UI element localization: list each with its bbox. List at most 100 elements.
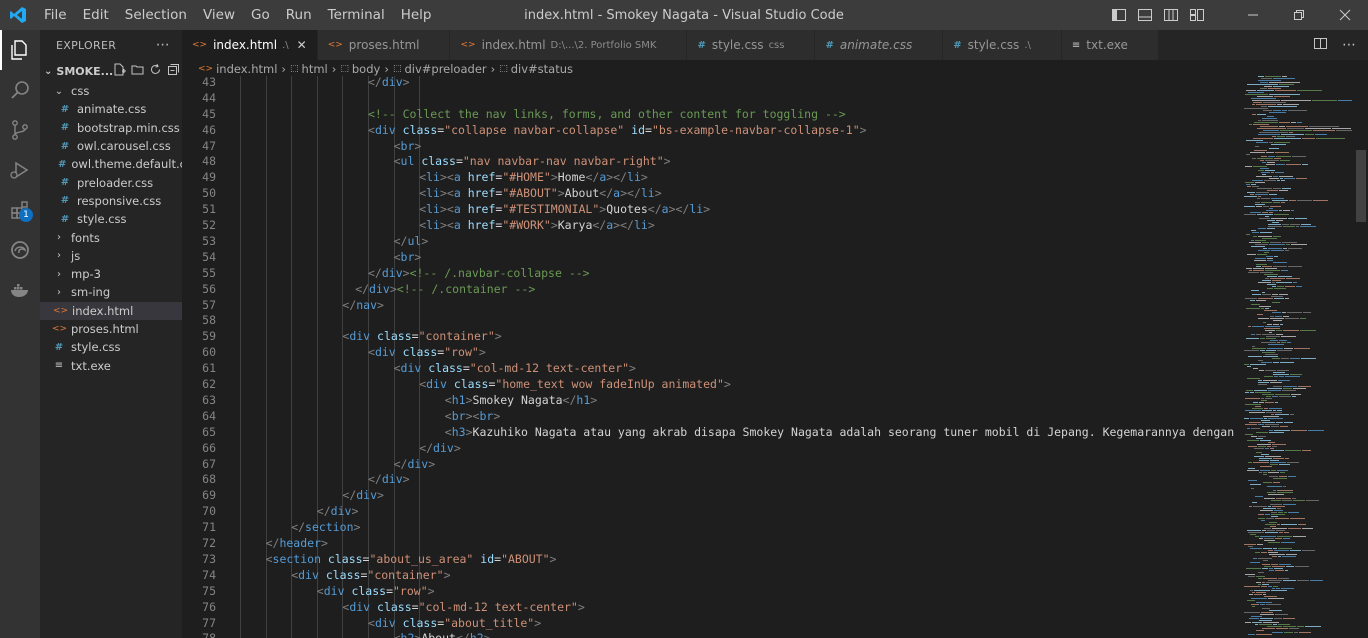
code-line[interactable]: 68 </div> bbox=[182, 472, 1234, 488]
source-control-icon[interactable] bbox=[0, 110, 40, 150]
breadcrumb-item[interactable]: html bbox=[302, 62, 328, 76]
code-line[interactable]: 65 <h3>Kazuhiko Nagata atau yang akrab di… bbox=[182, 424, 1234, 440]
tree-item-fonts[interactable]: › fonts bbox=[40, 228, 182, 246]
code-line[interactable]: 76 <div class="col-md-12 text-center"> bbox=[182, 599, 1234, 615]
menu-go[interactable]: Go bbox=[243, 7, 278, 23]
code-line[interactable]: 55 </div><!-- /.navbar-collapse --> bbox=[182, 265, 1234, 281]
code-line[interactable]: 58 bbox=[182, 313, 1234, 329]
menu-selection[interactable]: Selection bbox=[117, 7, 195, 23]
menu-terminal[interactable]: Terminal bbox=[320, 7, 393, 23]
code-line[interactable]: 75 <div class="row"> bbox=[182, 583, 1234, 599]
toggle-secondary-sidebar-icon[interactable] bbox=[1158, 0, 1184, 30]
code-line[interactable]: 46 <div class = "collapse navbar-collapse" … bbox=[182, 122, 1234, 138]
menu-run[interactable]: Run bbox=[278, 7, 320, 23]
code-line[interactable]: 54 <br> bbox=[182, 249, 1234, 265]
tree-item-style-css[interactable]: # style.css bbox=[40, 338, 182, 356]
code-line[interactable]: 48 <ul class="nav navbar-nav navbar-right… bbox=[182, 154, 1234, 170]
breadcrumb-item[interactable]: div#status bbox=[511, 62, 573, 76]
scrollbar-thumb[interactable] bbox=[1356, 150, 1366, 222]
code-line[interactable]: 49 <li><a href="#HOME">Home</a></li> bbox=[182, 169, 1234, 185]
close-tab-icon[interactable]: ✕ bbox=[297, 38, 307, 52]
customize-layout-icon[interactable] bbox=[1184, 0, 1210, 30]
tree-item-txt-exe[interactable]: ≡ txt.exe bbox=[40, 356, 182, 374]
tree-item-index-html[interactable]: <> index.html bbox=[40, 301, 182, 320]
tree-item-owl-carousel-css[interactable]: # owl.carousel.css bbox=[40, 137, 182, 155]
run-debug-icon[interactable] bbox=[0, 150, 40, 190]
code-line[interactable]: 77 <div class="about_title"> bbox=[182, 615, 1234, 631]
tab-index-html[interactable]: <> index.html D:\...\2. Portfolio SMK bbox=[450, 30, 688, 60]
editor-scrollbar[interactable] bbox=[1354, 76, 1368, 638]
collapse-all-icon[interactable] bbox=[167, 63, 180, 79]
code-line[interactable]: 70 </div> bbox=[182, 503, 1234, 519]
tab-index-html[interactable]: <> index.html .\ ✕ bbox=[182, 30, 318, 60]
code-line[interactable]: 57 </nav> bbox=[182, 297, 1234, 313]
code-line[interactable]: 52 <li><a href="#WORK">Karya</a></li> bbox=[182, 217, 1234, 233]
code-line[interactable]: 59 <div class="container"> bbox=[182, 328, 1234, 344]
code-line[interactable]: 62 <div class="home_text wow fadeInUp ani… bbox=[182, 376, 1234, 392]
tree-item-responsive-css[interactable]: # responsive.css bbox=[40, 192, 182, 210]
docker-icon[interactable] bbox=[0, 270, 40, 310]
tree-item-proses-html[interactable]: <> proses.html bbox=[40, 320, 182, 338]
extensions-icon[interactable]: 1 bbox=[0, 190, 40, 230]
tab-style-css[interactable]: # style.css .\ bbox=[943, 30, 1062, 60]
menu-edit[interactable]: Edit bbox=[75, 7, 117, 23]
tab-proses-html[interactable]: <> proses.html bbox=[317, 30, 451, 60]
code-line[interactable]: 53 </ul> bbox=[182, 233, 1234, 249]
tree-item-mp-3[interactable]: › mp-3 bbox=[40, 265, 182, 283]
minimap[interactable] bbox=[1234, 76, 1354, 638]
tab-txt-exe[interactable]: ≡ txt.exe bbox=[1061, 30, 1159, 60]
tree-item-js[interactable]: › js bbox=[40, 247, 182, 265]
code-line[interactable]: 71 </section> bbox=[182, 519, 1234, 535]
tree-item-owl-theme-default-css[interactable]: # owl.theme.default.css bbox=[40, 155, 182, 173]
code-line[interactable]: 64 <br><br> bbox=[182, 408, 1234, 424]
code-line[interactable]: 44 bbox=[182, 90, 1234, 106]
breadcrumb-item[interactable]: body bbox=[352, 62, 380, 76]
more-actions-icon[interactable]: ⋯ bbox=[1342, 37, 1356, 53]
workspace-folder[interactable]: ⌄ SMOKE... ⋯ bbox=[40, 60, 182, 82]
code-line[interactable]: 78<h2>About</h2> bbox=[182, 631, 1234, 638]
toggle-panel-icon[interactable] bbox=[1132, 0, 1158, 30]
code-line[interactable]: 66 </div> bbox=[182, 440, 1234, 456]
code-editor[interactable]: 43 </div> 44 45 <!-- Collect the nav links, … bbox=[182, 76, 1234, 638]
new-folder-icon[interactable] bbox=[131, 63, 144, 79]
code-line[interactable]: 63 <h1>Smokey Nagata</h1> bbox=[182, 392, 1234, 408]
tree-item-sm-ing[interactable]: › sm-ing bbox=[40, 283, 182, 301]
search-icon[interactable] bbox=[0, 70, 40, 110]
menu-view[interactable]: View bbox=[195, 7, 243, 23]
minimize-icon[interactable] bbox=[1230, 0, 1276, 30]
tab-animate-css[interactable]: # animate.css bbox=[815, 30, 944, 60]
code-line[interactable]: 47 <br> bbox=[182, 138, 1234, 154]
edge-devtools-icon[interactable] bbox=[0, 230, 40, 270]
toggle-primary-sidebar-icon[interactable] bbox=[1106, 0, 1132, 30]
code-line[interactable]: 43 </div> bbox=[182, 76, 1234, 90]
refresh-icon[interactable] bbox=[149, 63, 162, 79]
code-line[interactable]: 73 <section class="about_us_area" id="ABO… bbox=[182, 551, 1234, 567]
menu-file[interactable]: File bbox=[36, 7, 75, 23]
breadcrumb-item[interactable]: div#preloader bbox=[404, 62, 486, 76]
code-line[interactable]: 51 <li><a href="#TESTIMONIAL">Quotes</a><… bbox=[182, 201, 1234, 217]
code-line[interactable]: 72 </header> bbox=[182, 535, 1234, 551]
code-line[interactable]: 69 </div> bbox=[182, 487, 1234, 503]
tree-item-animate-css[interactable]: # animate.css bbox=[40, 100, 182, 118]
code-line[interactable]: 74 <div class="container"> bbox=[182, 567, 1234, 583]
code-line[interactable]: 60 <div class="row"> bbox=[182, 344, 1234, 360]
tree-item-css[interactable]: ⌄ css bbox=[40, 82, 182, 100]
line-number: 73 bbox=[202, 551, 216, 566]
tree-item-preloader-css[interactable]: # preloader.css bbox=[40, 173, 182, 191]
tree-item-style-css[interactable]: # style.css bbox=[40, 210, 182, 228]
split-editor-icon[interactable] bbox=[1313, 36, 1328, 55]
code-line[interactable]: 45 <!-- Collect the nav links, forms, and… bbox=[182, 106, 1234, 122]
code-line[interactable]: 61 <div class="col-md-12 text-center"> bbox=[182, 360, 1234, 376]
code-line[interactable]: 50 <li><a href="#ABOUT">About</a></li> bbox=[182, 185, 1234, 201]
explorer-icon[interactable] bbox=[0, 30, 40, 70]
code-line[interactable]: 56 </div><!-- /.container --> bbox=[182, 281, 1234, 297]
more-actions-icon[interactable]: ⋯ bbox=[156, 37, 170, 53]
restore-icon[interactable] bbox=[1276, 0, 1322, 30]
code-line[interactable]: 67 </div> bbox=[182, 456, 1234, 472]
close-window-icon[interactable] bbox=[1322, 0, 1368, 30]
tree-item-bootstrap-min-css[interactable]: # bootstrap.min.css bbox=[40, 119, 182, 137]
new-file-icon[interactable] bbox=[113, 63, 127, 79]
tab-style-css[interactable]: # style.css css bbox=[687, 30, 816, 60]
breadcrumb-item[interactable]: index.html bbox=[216, 62, 277, 76]
menu-help[interactable]: Help bbox=[393, 7, 440, 23]
